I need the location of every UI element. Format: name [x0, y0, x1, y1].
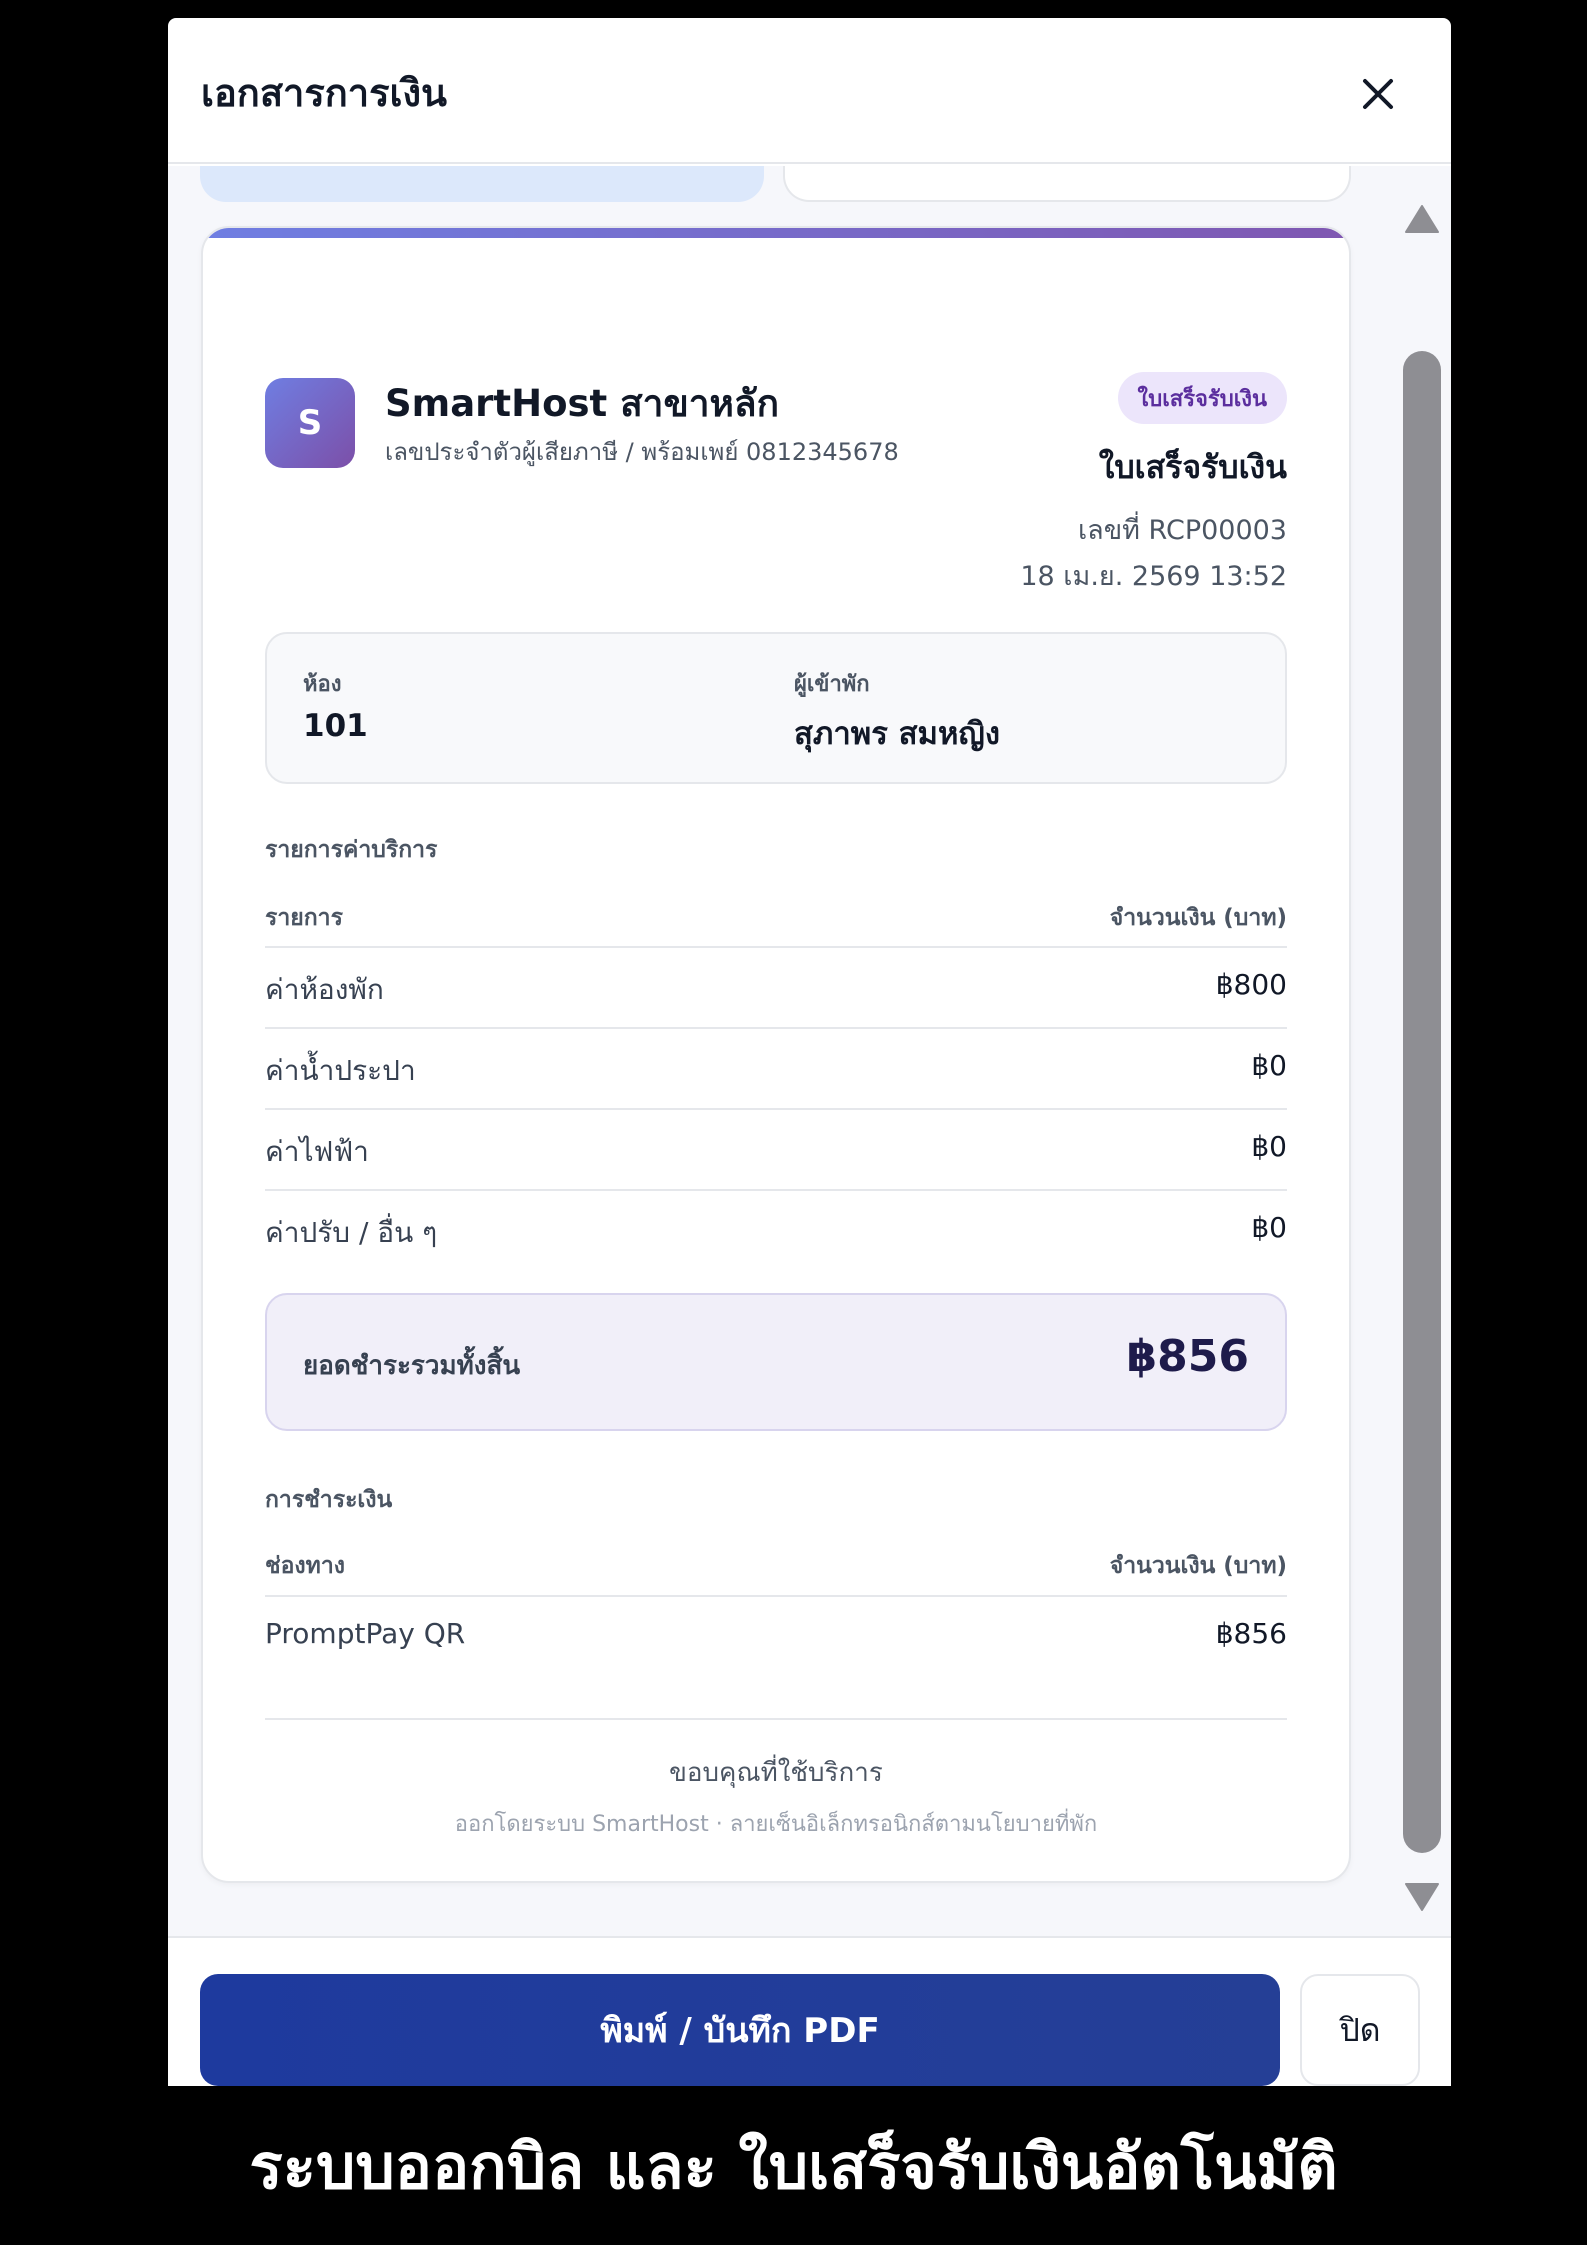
receipt-document: S SmartHost สาขาหลัก เลขประจำตัวผู้เสียภ…: [201, 226, 1351, 1883]
document-accent-bar: [203, 228, 1349, 238]
promo-caption: ระบบออกบิล และ ใบเสร็จรับเงินอัตโนมัติ: [249, 2130, 1338, 2203]
guest-label: ผู้เข้าพัก: [794, 672, 870, 697]
charge-label: ค่าไฟฟ้า: [265, 1135, 369, 1168]
business-name: SmartHost สาขาหลัก: [385, 382, 779, 425]
modal-title: เอกสารการเงิน: [201, 71, 448, 115]
payments-section-title: การชำระเงิน: [265, 1487, 393, 1513]
payment-amount: ฿856: [1215, 1617, 1287, 1650]
print-pdf-button[interactable]: พิมพ์ / บันทึก PDF: [200, 1974, 1280, 2086]
payments-col-amount: จำนวนเงิน (บาท): [1109, 1553, 1287, 1579]
business-tax-id: เลขประจำตัวผู้เสียภาษี / พร้อมเพย์ 08123…: [385, 438, 899, 466]
triangle-down-icon[interactable]: [1404, 1882, 1440, 1912]
total-label: ยอดชำระรวมทั้งสิ้น: [303, 1351, 521, 1381]
stay-info-box: ห้อง 101 ผู้เข้าพัก สุภาพร สมหญิง: [265, 632, 1287, 784]
close-button[interactable]: [1348, 64, 1408, 124]
footer-divider: [265, 1718, 1287, 1720]
modal-header: เอกสารการเงิน: [168, 18, 1451, 164]
document-number: เลขที่ RCP00003: [1077, 515, 1287, 546]
total-box: ยอดชำระรวมทั้งสิ้น ฿856: [265, 1293, 1287, 1431]
charge-row: ค่าห้องพัก ฿800: [265, 946, 1287, 1027]
total-amount: ฿856: [1126, 1331, 1249, 1382]
room-value: 101: [303, 708, 368, 744]
issued-by-text: ออกโดยระบบ SmartHost · ลายเซ็นอิเล็กทรอน…: [454, 1812, 1098, 1837]
scrollbar-thumb[interactable]: [1403, 351, 1441, 1853]
charge-row: ค่าปรับ / อื่น ๆ ฿0: [265, 1189, 1287, 1270]
charge-row: ค่าน้ำประปา ฿0: [265, 1027, 1287, 1108]
tab-inactive[interactable]: [783, 166, 1351, 202]
charges-section-title: รายการค่าบริการ: [265, 837, 438, 863]
payment-channel: PromptPay QR: [265, 1617, 466, 1650]
triangle-up-icon[interactable]: [1404, 204, 1440, 234]
modal-footer: พิมพ์ / บันทึก PDF ปิด: [168, 1936, 1451, 2086]
charge-amount: ฿0: [1251, 1211, 1287, 1244]
business-logo: S: [265, 378, 355, 468]
thank-you-text: ขอบคุณที่ใช้บริการ: [669, 1758, 883, 1788]
document-type-badge: ใบเสร็จรับเงิน: [1117, 372, 1287, 424]
charges-col-item: รายการ: [265, 905, 343, 931]
document-type-title: ใบเสร็จรับเงิน: [1098, 448, 1287, 486]
modal-scroll-area[interactable]: S SmartHost สาขาหลัก เลขประจำตัวผู้เสียภ…: [168, 166, 1451, 1936]
tab-active[interactable]: [200, 166, 764, 202]
charge-amount: ฿0: [1251, 1049, 1287, 1082]
charges-col-amount: จำนวนเงิน (บาท): [1109, 905, 1287, 931]
close-footer-button[interactable]: ปิด: [1300, 1974, 1420, 2086]
vertical-scrollbar[interactable]: [1394, 166, 1448, 1936]
charge-label: ค่าน้ำประปา: [265, 1054, 416, 1087]
guest-value: สุภาพร สมหญิง: [794, 716, 1000, 752]
room-label: ห้อง: [303, 672, 342, 697]
financial-document-modal: เอกสารการเงิน S SmartHost สาขาหลัก เลขปร…: [168, 18, 1451, 2086]
payments-col-channel: ช่องทาง: [265, 1553, 345, 1579]
close-icon: [1363, 79, 1393, 109]
charge-label: ค่าห้องพัก: [265, 973, 384, 1006]
charge-amount: ฿800: [1215, 968, 1287, 1001]
document-datetime: 18 เม.ย. 2569 13:52: [1020, 561, 1287, 592]
payment-row: PromptPay QR ฿856: [265, 1595, 1287, 1676]
charge-amount: ฿0: [1251, 1130, 1287, 1163]
charge-label: ค่าปรับ / อื่น ๆ: [265, 1216, 438, 1249]
charge-row: ค่าไฟฟ้า ฿0: [265, 1108, 1287, 1189]
